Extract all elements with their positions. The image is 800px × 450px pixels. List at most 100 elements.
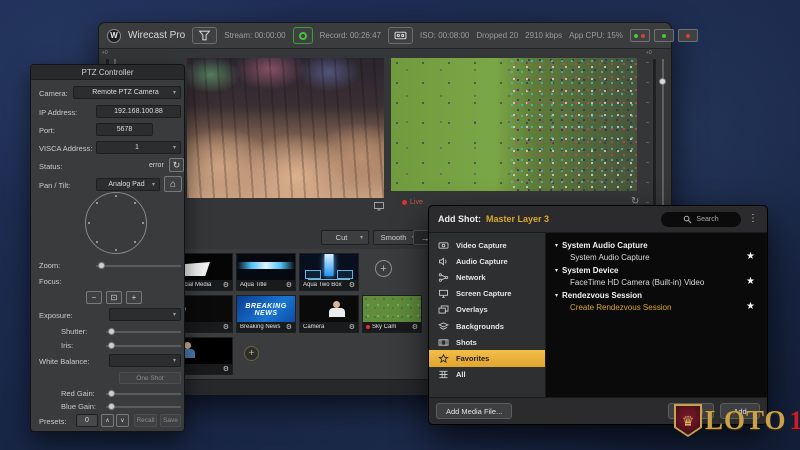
preset-recall-button[interactable]: Recall [134, 414, 157, 427]
visca-address-dropdown[interactable]: 1 ▾ [96, 141, 181, 154]
red-dot-icon [686, 34, 690, 38]
favorite-star-icon[interactable]: ★ [746, 301, 755, 313]
preset-number-field[interactable]: 0 [76, 414, 98, 427]
gear-icon[interactable]: ⚙ [412, 324, 418, 331]
source-group-header[interactable]: ▾ System Audio Capture [555, 240, 759, 251]
ip-address-field[interactable]: 192.168.100.88 [96, 105, 181, 118]
app-title: Wirecast Pro [128, 30, 185, 41]
crowd-hands-image [187, 58, 384, 198]
focus-near-button[interactable]: − [86, 291, 102, 304]
volume-fader-knob[interactable] [659, 78, 666, 85]
shot-breaking-news[interactable]: BREAKING NEWS Breaking News⚙ [236, 295, 296, 333]
screen-capture-icon [438, 289, 449, 298]
output-toggle-button-1[interactable] [630, 29, 650, 42]
category-network[interactable]: Network [429, 269, 545, 285]
iris-slider-knob[interactable] [108, 342, 115, 349]
category-all[interactable]: All [429, 367, 545, 383]
camera-dropdown[interactable]: Remote PTZ Camera ▾ [73, 86, 181, 99]
source-item[interactable]: System Audio Capture ★ [555, 251, 759, 263]
preview-panel [187, 58, 384, 198]
gear-icon[interactable]: ⚙ [223, 324, 229, 331]
port-value: 5678 [117, 126, 133, 133]
record-icon [299, 32, 307, 40]
dropped-frames-label: Dropped 20 [476, 31, 518, 40]
save-label: Save [163, 417, 178, 424]
audio-level-track [653, 59, 656, 221]
preset-save-button[interactable]: Save [160, 414, 181, 427]
search-input[interactable]: Search [661, 212, 741, 227]
blue-gain-slider-knob[interactable] [108, 403, 115, 410]
category-backgrounds[interactable]: Backgrounds [429, 318, 545, 334]
shot-aqua-two-box[interactable]: Aqua Two Box⚙ [299, 253, 359, 291]
meter-db-label: +0 [102, 50, 108, 56]
source-group-header[interactable]: ▾ System Device [555, 265, 759, 276]
preset-up-button[interactable]: ∧ [101, 414, 114, 427]
white-balance-dropdown[interactable]: ▾ [109, 354, 181, 367]
category-video-capture[interactable]: Video Capture [429, 237, 545, 253]
output-toggle-button-2[interactable] [654, 29, 674, 42]
cassette-icon [394, 30, 407, 41]
focus-far-button[interactable]: + [126, 291, 142, 304]
add-shot-layer: Master Layer 3 [486, 214, 549, 224]
gear-icon[interactable]: ⚙ [286, 324, 292, 331]
one-shot-button[interactable]: One Shot [119, 372, 181, 384]
record-button[interactable] [293, 27, 313, 44]
shot-aqua-title[interactable]: Aqua Title⚙ [236, 253, 296, 291]
category-shots[interactable]: Shots [429, 334, 545, 350]
port-field[interactable]: 5678 [96, 123, 153, 136]
red-gain-slider-knob[interactable] [108, 390, 115, 397]
transition-primary-dropdown[interactable]: Cut ▾ [321, 230, 369, 245]
category-screen-capture[interactable]: Screen Capture [429, 286, 545, 302]
zoom-slider-knob[interactable] [98, 262, 105, 269]
refresh-status-button[interactable]: ↻ [169, 158, 184, 172]
red-gain-slider[interactable] [106, 393, 181, 395]
search-icon [683, 215, 692, 224]
shot-thumbnail [300, 296, 358, 324]
favorite-star-icon[interactable]: ★ [746, 276, 755, 288]
breaking-news-graphic-line2: NEWS [255, 310, 278, 317]
stream-button[interactable] [192, 27, 217, 44]
shutter-slider-knob[interactable] [108, 328, 115, 335]
add-shot-plus-button[interactable]: + [375, 260, 392, 277]
triangle-down-icon: ▾ [555, 268, 558, 274]
ptz-titlebar[interactable]: PTZ Controller [31, 65, 184, 80]
pan-tilt-joystick-pad[interactable] [85, 192, 147, 254]
category-audio-capture[interactable]: Audio Capture [429, 253, 545, 269]
blue-gain-slider[interactable] [106, 406, 181, 408]
gear-icon[interactable]: ⚙ [349, 324, 355, 331]
iso-button[interactable] [388, 27, 413, 44]
gear-icon[interactable]: ⚙ [286, 282, 292, 289]
live-label: Live [410, 199, 423, 206]
shot-label: Aqua Two Box [303, 282, 347, 288]
shot-thumbnail [237, 254, 295, 282]
add-media-file-button[interactable]: Add Media File... [436, 403, 512, 419]
add-shot-plus-button[interactable]: + [244, 346, 259, 361]
shutter-slider[interactable] [106, 331, 181, 333]
gear-icon[interactable]: ⚙ [349, 282, 355, 289]
shot-camera[interactable]: Camera⚙ [299, 295, 359, 333]
category-label: Overlays [456, 305, 488, 314]
gear-icon[interactable]: ⚙ [223, 282, 229, 289]
shot-sky-cam[interactable]: Sky Cam⚙ [362, 295, 422, 333]
kebab-menu-icon[interactable]: ⋮ [748, 214, 758, 224]
autofocus-button[interactable]: ⊡ [106, 291, 122, 304]
category-favorites[interactable]: Favorites [429, 350, 545, 366]
output-toggle-button-3[interactable] [678, 29, 698, 42]
exposure-dropdown[interactable]: ▾ [109, 308, 181, 321]
zoom-slider[interactable] [96, 265, 181, 267]
source-group-header[interactable]: ▾ Rendezvous Session [555, 290, 759, 301]
port-label: Port: [39, 126, 55, 135]
preset-down-button[interactable]: ∨ [116, 414, 129, 427]
gear-icon[interactable]: ⚙ [223, 366, 229, 373]
home-position-button[interactable]: ⌂ [164, 176, 182, 192]
monitor-icon[interactable] [373, 201, 385, 211]
category-overlays[interactable]: Overlays [429, 302, 545, 318]
favorites-star-icon [438, 354, 449, 363]
source-item-selected[interactable]: Create Rendezvous Session ★ [555, 301, 759, 313]
source-item-label: FaceTime HD Camera (Built-in) Video [570, 278, 704, 287]
pan-tilt-mode-dropdown[interactable]: Analog Pad ▾ [96, 178, 160, 191]
source-item[interactable]: FaceTime HD Camera (Built-in) Video ★ [555, 276, 759, 288]
iris-slider[interactable] [106, 345, 181, 347]
favorite-star-icon[interactable]: ★ [746, 251, 755, 263]
transition-secondary-label: Smooth [379, 233, 408, 242]
